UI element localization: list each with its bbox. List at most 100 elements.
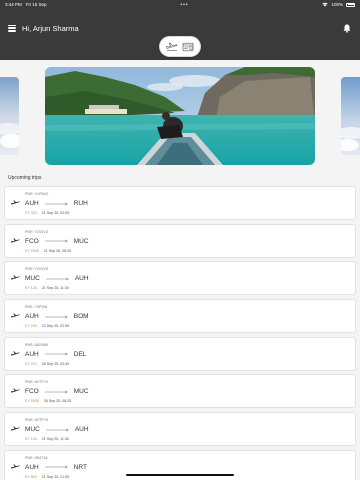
sky-image bbox=[0, 77, 19, 155]
arrow-right-icon bbox=[44, 202, 68, 205]
battery-percent: 100% bbox=[331, 2, 343, 7]
arrow-right-icon bbox=[44, 315, 68, 318]
trip-card[interactable]: PNR: YUPAX2 AUH RUH EY 310 21 Sep 25, 02… bbox=[4, 186, 356, 220]
trip-flight-number: EY 210 bbox=[25, 361, 37, 366]
trip-destination: AUH bbox=[74, 275, 89, 283]
trip-card[interactable]: PNR: Y2V2V8 FCO MUC EY 2508 21 Sep 25, 0… bbox=[4, 223, 356, 258]
trip-route: AUH NRT bbox=[25, 464, 87, 471]
trip-flight-number: EY 200 bbox=[25, 324, 37, 329]
plane-icon bbox=[11, 426, 20, 431]
trip-route: MUC AUH bbox=[25, 275, 89, 282]
trip-meta: EY 2508 35 Sep 25, 08:25 bbox=[25, 399, 71, 403]
trip-route: FCO MUC bbox=[25, 238, 89, 245]
trip-origin: MUC bbox=[25, 426, 40, 434]
arrow-right-icon bbox=[45, 277, 69, 281]
trip-datetime: 21 Sep 25, 02:05 bbox=[41, 211, 70, 215]
carousel-slide-current[interactable] bbox=[45, 67, 315, 165]
trip-pnr: PNR: 9R4T18 bbox=[25, 455, 48, 460]
hamburger-icon[interactable] bbox=[8, 24, 16, 32]
trip-pnr: PNR: 8VTFY9 bbox=[25, 380, 48, 385]
trip-origin: AUH bbox=[25, 463, 39, 471]
trip-pnr: PNR: Y2V2V8 bbox=[25, 229, 48, 234]
trip-origin: AUH bbox=[25, 350, 39, 358]
trip-destination: MUC bbox=[73, 237, 89, 245]
trip-pnr: PNR: YUPAX2 bbox=[25, 192, 49, 196]
trip-route: AUH BOM bbox=[25, 313, 89, 320]
trip-meta: EY 800 21 Sep 25, 21:55 bbox=[25, 475, 69, 479]
trip-card[interactable]: PNR: 8A24M9 AUH DEL EY 210 26 Sep 25, 02… bbox=[4, 336, 356, 371]
home-indicator[interactable] bbox=[126, 473, 234, 476]
trip-origin: FCO bbox=[25, 388, 39, 396]
plane-icon bbox=[166, 42, 178, 51]
flight-mode-toggle[interactable] bbox=[166, 42, 178, 52]
trip-flight-number: EY 2508 bbox=[25, 248, 39, 253]
plane-icon bbox=[11, 275, 20, 281]
trip-datetime: 21 Sep 25, 08:25 bbox=[43, 248, 72, 253]
trip-flight-number: EY 800 bbox=[25, 474, 37, 479]
trip-meta: EY 126 21 Sep 25, 11:30 bbox=[25, 286, 69, 290]
trip-origin: FCO bbox=[25, 237, 39, 245]
destination-carousel[interactable] bbox=[0, 66, 360, 166]
arrow-right-icon bbox=[44, 465, 68, 469]
arrow-right-icon bbox=[45, 428, 69, 432]
trip-flight-number: EY 126 bbox=[25, 286, 37, 291]
trip-datetime: 26 Sep 25, 02:40 bbox=[41, 361, 70, 366]
trip-destination: DEL bbox=[73, 350, 87, 358]
trip-meta: EY 126 21 Sep 25, 11:30 bbox=[25, 437, 69, 441]
trip-destination: NRT bbox=[73, 463, 87, 471]
wifi-icon bbox=[322, 2, 329, 7]
trip-origin: MUC bbox=[25, 275, 40, 283]
trip-route: MUC AUH bbox=[25, 426, 89, 433]
trip-datetime: 22 Sep 25, 02:55 bbox=[41, 324, 70, 329]
trip-destination: MUC bbox=[73, 388, 89, 396]
mode-switcher bbox=[159, 36, 201, 57]
trip-meta: EY 2508 21 Sep 25, 08:25 bbox=[25, 249, 71, 253]
plane-icon bbox=[11, 351, 20, 356]
battery-icon bbox=[346, 2, 355, 7]
status-date: Fri 15 Sep bbox=[25, 2, 47, 7]
plane-icon bbox=[11, 200, 20, 205]
trip-datetime: 35 Sep 25, 08:25 bbox=[43, 399, 72, 404]
carousel-slide-next[interactable] bbox=[341, 77, 360, 155]
trip-flight-number: EY 2508 bbox=[25, 399, 39, 404]
trip-pnr: PNR: 7HPCM bbox=[25, 305, 48, 310]
trip-card[interactable]: PNR: Y2V2V8 MUC AUH EY 126 21 Sep 25, 11… bbox=[4, 261, 356, 296]
trip-card[interactable]: PNR: 8VTFY9 MUC AUH EY 126 21 Sep 25, 11… bbox=[4, 412, 356, 447]
status-bar: 3:44 PM Fri 15 Sep ••• 100% bbox=[0, 0, 360, 9]
trip-datetime: 21 Sep 25, 21:55 bbox=[41, 474, 70, 479]
trip-pnr: PNR: 8A24M9 bbox=[25, 342, 48, 347]
arrow-right-icon bbox=[44, 352, 68, 356]
trip-card[interactable]: PNR: 8VTFY9 FCO MUC EY 2508 35 Sep 25, 0… bbox=[4, 374, 356, 409]
boarding-pass-toggle[interactable] bbox=[182, 42, 194, 52]
trip-pnr: PNR: 8VTFY9 bbox=[25, 418, 48, 423]
trip-destination: AUH bbox=[74, 426, 89, 434]
trip-card[interactable]: PNR: 7HPCM AUH BOM EY 200 22 Sep 25, 02:… bbox=[4, 299, 356, 334]
status-time: 3:44 PM bbox=[5, 2, 22, 7]
upcoming-trips-heading: Upcoming trips bbox=[8, 175, 42, 181]
trip-destination: RUH bbox=[73, 200, 88, 207]
greeting-text: Hi, Arjun Sharma bbox=[22, 23, 79, 33]
trip-meta: EY 200 22 Sep 25, 02:55 bbox=[25, 324, 69, 328]
carousel-slide-previous[interactable] bbox=[0, 77, 19, 155]
status-dots: ••• bbox=[180, 1, 189, 8]
trip-flight-number: EY 126 bbox=[25, 437, 37, 442]
trip-origin: AUH bbox=[25, 313, 39, 321]
trip-meta: EY 210 26 Sep 25, 02:40 bbox=[25, 362, 69, 366]
arrow-right-icon bbox=[44, 390, 68, 394]
trip-datetime: 21 Sep 25, 11:30 bbox=[41, 286, 69, 291]
plane-icon bbox=[11, 237, 20, 243]
plane-icon bbox=[11, 313, 20, 318]
trip-flight-number: EY 310 bbox=[25, 211, 37, 215]
upcoming-trips-list: PNR: YUPAX2 AUH RUH EY 310 21 Sep 25, 02… bbox=[4, 186, 356, 480]
lagoon-boat-image bbox=[45, 67, 315, 165]
trip-datetime: 21 Sep 25, 11:30 bbox=[41, 437, 69, 442]
trip-route: AUH RUH bbox=[25, 200, 88, 207]
trip-route: AUH DEL bbox=[25, 351, 86, 358]
plane-icon bbox=[11, 464, 20, 469]
trip-route: FCO MUC bbox=[25, 388, 89, 395]
trip-meta: EY 310 21 Sep 25, 02:05 bbox=[25, 211, 69, 215]
plane-icon bbox=[11, 388, 20, 394]
bell-icon[interactable] bbox=[343, 24, 351, 33]
boarding-pass-icon bbox=[182, 42, 194, 51]
arrow-right-icon bbox=[44, 239, 68, 243]
